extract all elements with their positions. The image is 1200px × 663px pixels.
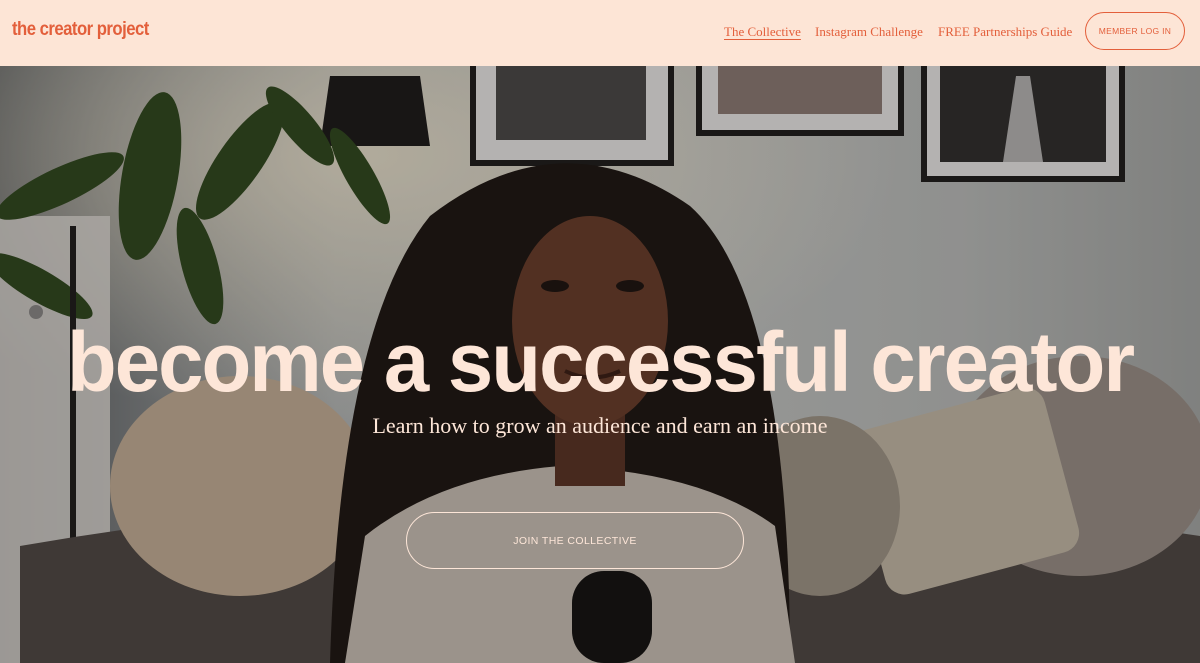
- member-login-button[interactable]: MEMBER LOG IN: [1085, 12, 1185, 50]
- nav-link-the-collective[interactable]: The Collective: [724, 24, 801, 40]
- join-collective-button[interactable]: JOIN THE COLLECTIVE: [406, 512, 744, 569]
- hero-section: become a successful creator Learn how to…: [0, 66, 1200, 663]
- hero-subheadline: Learn how to grow an audience and earn a…: [372, 413, 828, 438]
- hero-headline: become a successful creator: [66, 315, 1135, 409]
- nav-link-partnerships-guide[interactable]: FREE Partnerships Guide: [938, 24, 1072, 40]
- site-header: the creator project The Collective Insta…: [0, 0, 1200, 66]
- nav-link-instagram-challenge[interactable]: Instagram Challenge: [815, 24, 923, 40]
- site-logo[interactable]: the creator project: [12, 19, 149, 41]
